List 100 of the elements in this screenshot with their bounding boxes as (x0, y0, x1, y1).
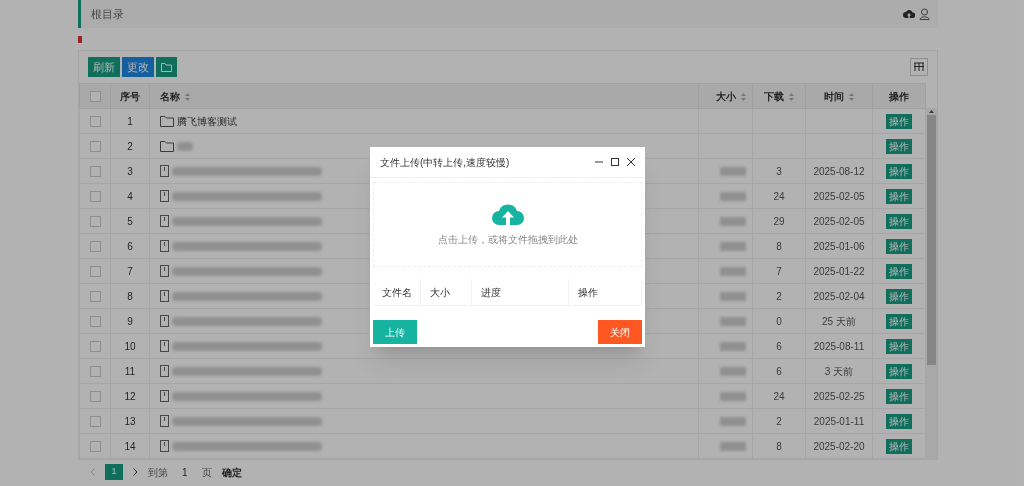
page-input[interactable]: 1 (178, 464, 192, 480)
sort-icon[interactable] (849, 92, 854, 101)
blurred-size (720, 316, 746, 326)
folder-button[interactable] (156, 57, 177, 77)
columns-icon[interactable] (910, 58, 928, 76)
blurred-size (720, 166, 746, 176)
download-count: 0 (776, 315, 782, 327)
date-text: 2025-08-11 (813, 340, 865, 352)
file-icon (160, 365, 169, 377)
row-number: 11 (124, 365, 136, 377)
change-button[interactable]: 更改 (122, 57, 154, 77)
next-icon[interactable] (133, 468, 138, 476)
blurred-size (720, 291, 746, 301)
blurred-size (720, 416, 746, 426)
page-unit: 页 (201, 465, 212, 480)
download-count: 8 (776, 440, 782, 452)
action-button[interactable]: 操作 (886, 413, 912, 429)
checkbox[interactable] (89, 415, 101, 427)
checkbox[interactable] (89, 190, 101, 202)
refresh-button[interactable]: 刷新 (88, 57, 120, 77)
download-count: 6 (776, 365, 782, 377)
action-button[interactable]: 操作 (886, 288, 912, 304)
sort-icon[interactable] (789, 92, 794, 101)
page-button[interactable]: 1 (105, 464, 123, 480)
action-button[interactable]: 操作 (886, 213, 912, 229)
checkbox[interactable] (89, 365, 101, 377)
row-number: 3 (127, 165, 133, 177)
date-text: 3 天前 (824, 365, 854, 377)
checkbox[interactable] (89, 440, 101, 452)
date-text: 2025-01-22 (813, 265, 865, 277)
sort-icon[interactable] (741, 92, 746, 101)
file-icon (160, 415, 169, 427)
action-button[interactable]: 操作 (886, 338, 912, 354)
checkbox[interactable] (89, 340, 101, 352)
column-header[interactable]: 大小 (716, 90, 736, 102)
checkbox[interactable] (89, 240, 101, 252)
row-number: 1 (127, 115, 133, 127)
date-text: 2025-02-04 (813, 290, 865, 302)
upload-button[interactable]: 上传 (373, 320, 417, 344)
action-button[interactable]: 操作 (886, 363, 912, 379)
cloud-upload-icon (490, 202, 525, 226)
action-button[interactable]: 操作 (886, 238, 912, 254)
checkbox[interactable] (89, 315, 101, 327)
prev-icon[interactable] (90, 468, 95, 476)
checkbox[interactable] (89, 140, 101, 152)
drop-zone[interactable]: 点击上传，或将文件拖拽到此处 (373, 182, 642, 267)
close-button[interactable]: 关闭 (598, 320, 642, 344)
action-button[interactable]: 操作 (886, 188, 912, 204)
checkbox[interactable] (89, 215, 101, 227)
row-number: 13 (124, 415, 136, 427)
blurred-size (720, 216, 746, 226)
blurred-size (720, 391, 746, 401)
action-button[interactable]: 操作 (886, 313, 912, 329)
breadcrumb-text[interactable]: 根目录 (91, 5, 124, 23)
action-button[interactable]: 操作 (886, 388, 912, 404)
file-icon (160, 290, 169, 302)
checkbox[interactable] (89, 265, 101, 277)
scroll-up-icon[interactable] (929, 110, 934, 113)
minimize-icon[interactable] (595, 158, 603, 166)
row-number: 8 (127, 290, 133, 302)
folder-icon (160, 115, 174, 127)
sort-icon[interactable] (185, 92, 190, 101)
action-button[interactable]: 操作 (886, 438, 912, 454)
row-number: 2 (127, 140, 133, 152)
row-number: 12 (124, 390, 136, 402)
action-button[interactable]: 操作 (886, 163, 912, 179)
maximize-icon[interactable] (611, 158, 619, 166)
folder-icon (160, 140, 174, 152)
column-header: 操作 (889, 90, 909, 102)
date-text: 2025-01-06 (813, 240, 865, 252)
confirm-button[interactable]: 确定 (221, 464, 242, 480)
action-button[interactable]: 操作 (886, 113, 912, 129)
column-header[interactable]: 下载 (764, 90, 784, 102)
column-header[interactable]: 名称 (160, 90, 180, 102)
file-icon (160, 215, 169, 227)
file-icon (160, 265, 169, 277)
file-icon (160, 315, 169, 327)
action-button[interactable]: 操作 (886, 138, 912, 154)
date-text: 2025-01-11 (813, 415, 865, 427)
checkbox[interactable] (89, 115, 101, 127)
user-icon[interactable] (919, 8, 930, 20)
checkbox[interactable] (89, 290, 101, 302)
row-number: 14 (124, 440, 136, 452)
blurred-size (720, 341, 746, 351)
scrollbar[interactable] (926, 108, 937, 459)
dialog-title: 文件上传(中转上传,速度较慢) (380, 155, 510, 170)
checkbox[interactable] (89, 165, 101, 177)
download-count: 29 (773, 215, 785, 227)
column-header: 文件名 (382, 285, 412, 300)
row-number: 4 (127, 190, 133, 202)
close-icon[interactable] (627, 158, 635, 166)
file-name[interactable]: 腾飞博客测试 (177, 113, 237, 129)
row-number: 5 (127, 215, 133, 227)
column-header[interactable]: 时间 (824, 90, 844, 102)
download-count: 3 (776, 165, 782, 177)
row-number: 9 (127, 315, 133, 327)
checkbox[interactable] (89, 90, 101, 102)
checkbox[interactable] (89, 390, 101, 402)
action-button[interactable]: 操作 (886, 263, 912, 279)
cloud-upload-icon[interactable] (903, 9, 915, 19)
